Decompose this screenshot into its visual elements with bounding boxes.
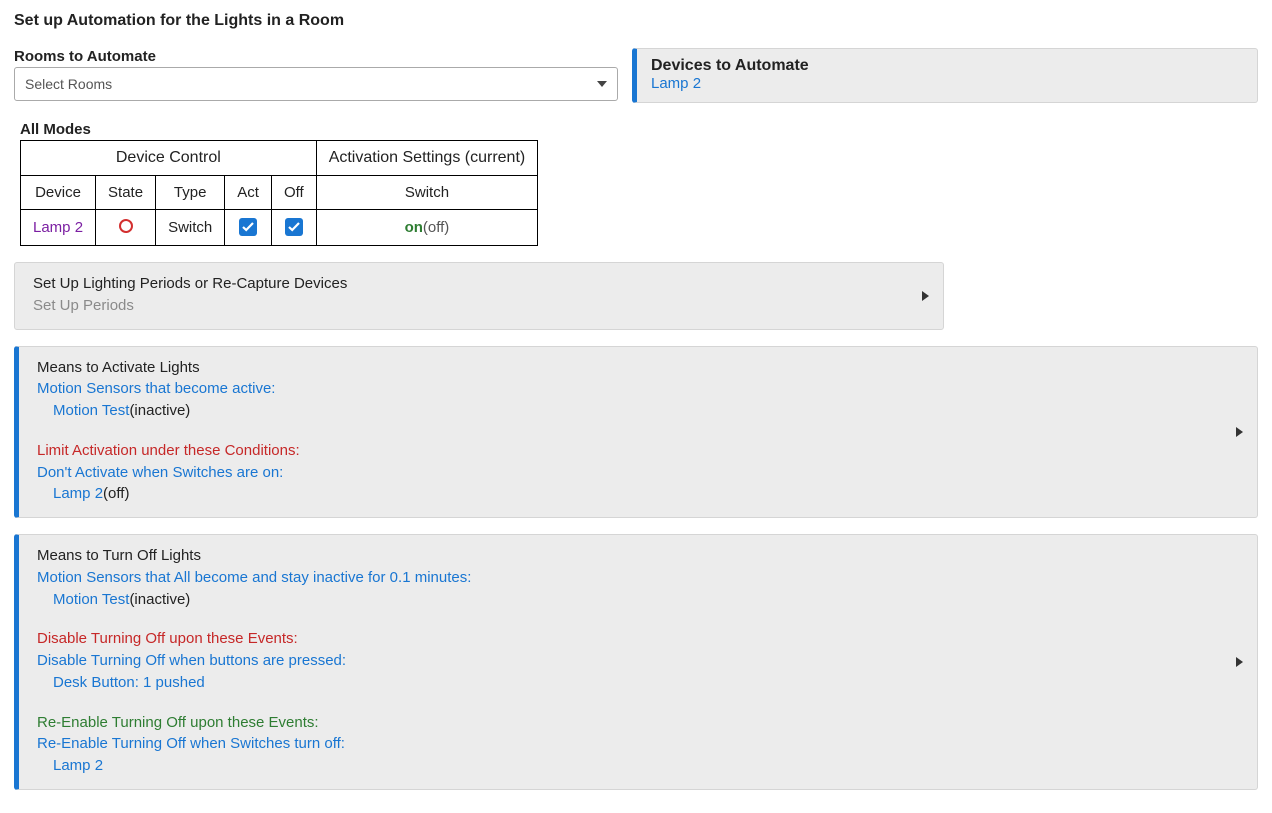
th-act: Act <box>225 176 272 210</box>
th-switch: Switch <box>316 176 538 210</box>
th-type: Type <box>156 176 225 210</box>
table-header-groups: Device Control Activation Settings (curr… <box>21 141 538 176</box>
turn-off-lights-card[interactable]: Means to Turn Off Lights Motion Sensors … <box>14 534 1258 790</box>
activate-motion-state: (inactive) <box>129 402 190 419</box>
th-state: State <box>96 176 156 210</box>
off-title: Means to Turn Off Lights <box>37 545 1239 567</box>
activate-dont-label: Don't Activate when Switches are on: <box>37 464 283 481</box>
rooms-select[interactable]: Select Rooms <box>14 67 618 101</box>
setup-periods-title: Set Up Lighting Periods or Re-Capture De… <box>33 273 925 295</box>
off-reenable-label: Re-Enable Turning Off upon these Events: <box>37 714 319 731</box>
off-checkbox[interactable] <box>285 218 303 236</box>
rooms-label: Rooms to Automate <box>14 48 618 65</box>
activate-motion-label: Motion Sensors that become active: <box>37 380 275 397</box>
page-title: Set up Automation for the Lights in a Ro… <box>14 12 1258 30</box>
off-cell <box>271 210 316 246</box>
table-header-cols: Device State Type Act Off Switch <box>21 176 538 210</box>
activate-motion-sensor[interactable]: Motion Test <box>53 402 129 419</box>
off-motion-state: (inactive) <box>129 591 190 608</box>
check-icon <box>242 221 254 233</box>
th-activation-settings: Activation Settings (current) <box>316 141 538 176</box>
off-disable-sub: Disable Turning Off when buttons are pre… <box>37 652 346 669</box>
check-icon <box>288 221 300 233</box>
activate-title: Means to Activate Lights <box>37 357 1239 379</box>
caret-down-icon <box>597 81 607 87</box>
top-row: Rooms to Automate Select Rooms Devices t… <box>14 48 1258 103</box>
off-reenable-item[interactable]: Lamp 2 <box>37 755 103 777</box>
device-link[interactable]: Lamp 2 <box>33 219 83 236</box>
rooms-select-placeholder: Select Rooms <box>25 76 112 92</box>
devices-to-automate-item[interactable]: Lamp 2 <box>651 75 1243 92</box>
th-off: Off <box>271 176 316 210</box>
all-modes-label: All Modes <box>20 121 1258 138</box>
chevron-right-icon[interactable] <box>1236 657 1243 667</box>
chevron-right-icon[interactable] <box>1236 427 1243 437</box>
switch-on-value: on <box>405 219 423 236</box>
off-motion-label: Motion Sensors that All become and stay … <box>37 569 471 586</box>
table-row: Lamp 2 Switch on(off) <box>21 210 538 246</box>
activate-dont-state: (off) <box>103 485 129 502</box>
act-cell <box>225 210 272 246</box>
off-disable-label: Disable Turning Off upon these Events: <box>37 630 298 647</box>
off-reenable-sub: Re-Enable Turning Off when Switches turn… <box>37 735 345 752</box>
activate-limit-label: Limit Activation under these Conditions: <box>37 442 300 459</box>
switch-off-value: (off) <box>423 219 449 236</box>
devices-to-automate-title: Devices to Automate <box>651 57 1243 75</box>
activate-lights-card[interactable]: Means to Activate Lights Motion Sensors … <box>14 346 1258 519</box>
devices-to-automate-card: Devices to Automate Lamp 2 <box>632 48 1258 103</box>
off-motion-sensor[interactable]: Motion Test <box>53 591 129 608</box>
act-checkbox[interactable] <box>239 218 257 236</box>
chevron-right-icon[interactable] <box>922 291 929 301</box>
switch-cell: on(off) <box>316 210 538 246</box>
rooms-column: Rooms to Automate Select Rooms <box>14 48 618 101</box>
off-disable-item[interactable]: Desk Button: 1 pushed <box>37 672 205 694</box>
state-cell <box>96 210 156 246</box>
th-device: Device <box>21 176 96 210</box>
setup-periods-sub: Set Up Periods <box>33 295 925 317</box>
th-device-control: Device Control <box>21 141 317 176</box>
type-cell: Switch <box>156 210 225 246</box>
activate-dont-item[interactable]: Lamp 2 <box>53 485 103 502</box>
device-control-table: Device Control Activation Settings (curr… <box>20 140 538 246</box>
setup-periods-card[interactable]: Set Up Lighting Periods or Re-Capture De… <box>14 262 944 330</box>
state-off-icon <box>119 219 133 233</box>
